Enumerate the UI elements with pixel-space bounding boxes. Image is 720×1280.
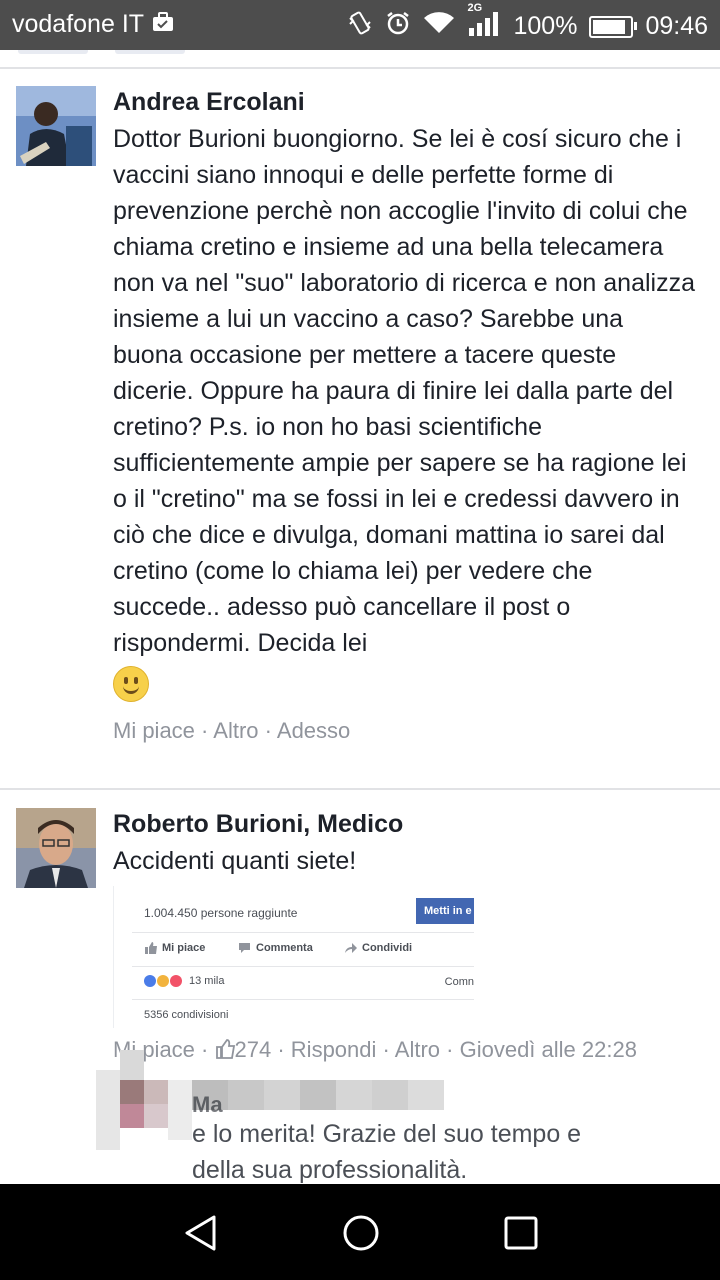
navigation-bar: [0, 1184, 720, 1280]
wifi-icon: [423, 11, 455, 42]
avatar[interactable]: [16, 808, 96, 888]
separator: ·: [201, 718, 209, 744]
like-count-icon[interactable]: [215, 1037, 235, 1067]
image-shares: 5356 condivisioni: [144, 1009, 229, 1021]
more-link[interactable]: Altro: [213, 718, 258, 743]
reply-preview-text: e lo merita! Grazie del suo tempo e dell…: [192, 1116, 581, 1184]
love-reaction-icon: [170, 975, 182, 987]
thumb-icon: [145, 942, 157, 954]
divider: [0, 788, 720, 790]
separator: ·: [277, 1037, 285, 1062]
comment-text: Dottor Burioni buongiorno. Se lei è cosí…: [113, 125, 695, 657]
network-label: 2G: [467, 2, 483, 14]
clock: 09:46: [645, 12, 708, 40]
like-count[interactable]: 274: [235, 1037, 272, 1062]
comment-author[interactable]: Andrea Ercolani: [113, 86, 698, 118]
image-share: Condividi: [344, 942, 412, 954]
vibrate-icon: [347, 10, 373, 43]
battery-icon: [589, 15, 638, 38]
recents-icon[interactable]: [502, 1214, 540, 1257]
reply-link[interactable]: Rispondi: [291, 1037, 377, 1062]
reply-line: della sua professionalità.: [192, 1156, 468, 1184]
separator: ·: [382, 1037, 390, 1062]
previous-item-edge: [18, 50, 88, 54]
share-icon: [345, 943, 357, 953]
smile-emoji: [113, 666, 149, 703]
separator: ·: [264, 718, 272, 744]
comment-icon: [239, 943, 250, 953]
like-link[interactable]: Mi piace: [113, 718, 195, 743]
image-comments-count: Comn: [444, 976, 474, 988]
home-icon[interactable]: [342, 1214, 380, 1257]
comment-actions: Mi piace · Altro · Adesso: [113, 716, 698, 746]
haha-reaction-icon: [157, 975, 169, 987]
like-reaction-icon: [144, 975, 156, 987]
back-icon[interactable]: [182, 1214, 220, 1257]
blurred-avatar: [96, 1050, 192, 1154]
signal-icon: 2G: [467, 2, 501, 43]
comments-list[interactable]: Andrea Ercolani Dottor Burioni buongiorn…: [0, 50, 720, 1184]
previous-item-edge: [115, 50, 185, 54]
separator: ·: [201, 1037, 209, 1062]
image-comment: Commenta: [238, 942, 313, 954]
briefcase-icon: [152, 10, 174, 39]
comment-text: Accidenti quanti siete!: [113, 847, 357, 875]
reach-text: 1.004.450 persone raggiunte: [144, 906, 298, 920]
attached-image[interactable]: 1.004.450 persone raggiunte Metti in e M…: [113, 886, 474, 1028]
battery-percent: 100%: [513, 12, 578, 40]
comment-time: Giovedì alle 22:28: [459, 1037, 637, 1062]
blurred-name: [192, 1080, 444, 1110]
reply-author-fragment: Ma: [192, 1092, 223, 1117]
separator: ·: [446, 1037, 454, 1062]
carrier-label: vodafone IT: [12, 10, 145, 38]
reply-line: e lo merita! Grazie del suo tempo e: [192, 1120, 582, 1148]
status-bar: vodafone IT 2G 100% 09:46: [0, 0, 720, 50]
comment-time: Adesso: [276, 718, 351, 744]
image-reactions: 13 mila: [144, 975, 224, 987]
divider: [0, 67, 720, 69]
alarm-icon: [385, 10, 411, 43]
battery-fill: [593, 19, 626, 34]
avatar[interactable]: [16, 86, 96, 166]
boost-button: Metti in e: [416, 898, 474, 924]
more-link[interactable]: Altro: [395, 1037, 440, 1062]
comment-author[interactable]: Roberto Burioni, Medico: [113, 808, 698, 840]
image-like: Mi piace: [144, 942, 205, 954]
